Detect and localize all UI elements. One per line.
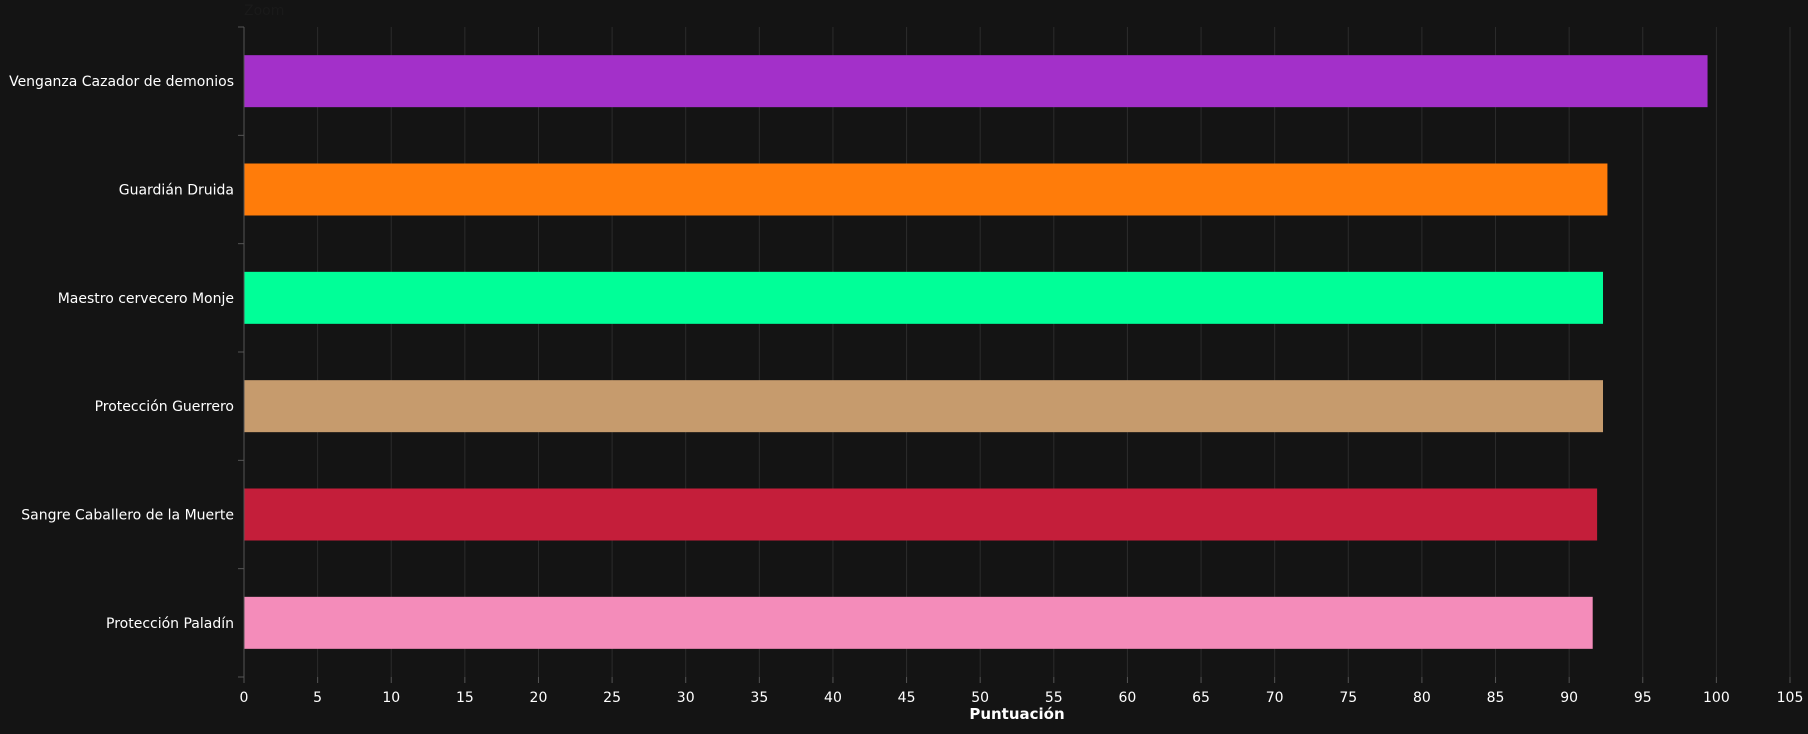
x-tick-label: 5 [313, 690, 322, 706]
x-tick-label: 105 [1777, 690, 1804, 706]
x-tick-label: 60 [1119, 690, 1137, 706]
x-tick-label: 0 [240, 690, 249, 706]
y-category-label: Sangre Caballero de la Muerte [21, 508, 234, 524]
x-tick-label: 55 [1045, 690, 1063, 706]
x-tick-label: 25 [603, 690, 621, 706]
y-category-label: Protección Guerrero [95, 399, 234, 415]
x-tick-label: 10 [382, 690, 400, 706]
y-category-label: Maestro cervecero Monje [58, 291, 234, 307]
bar [244, 380, 1604, 433]
y-category-label: Protección Paladín [106, 616, 234, 632]
zoom-label[interactable]: Zoom [244, 3, 284, 19]
x-tick-label: 35 [750, 690, 768, 706]
x-tick-label: 85 [1487, 690, 1505, 706]
y-category-label: Guardián Druida [119, 183, 234, 199]
x-tick-label: 90 [1560, 690, 1578, 706]
y-category-label: Venganza Cazador de demonios [9, 74, 234, 90]
x-tick-label: 100 [1703, 690, 1730, 706]
bar [244, 163, 1608, 216]
x-tick-label: 50 [971, 690, 989, 706]
x-tick-label: 65 [1192, 690, 1210, 706]
x-axis-title: Puntuación [969, 705, 1064, 723]
bar [244, 596, 1593, 649]
x-tick-label: 95 [1634, 690, 1652, 706]
bar [244, 271, 1604, 324]
x-tick-label: 70 [1266, 690, 1284, 706]
bar [244, 488, 1598, 541]
x-tick-label: 30 [677, 690, 695, 706]
chart-container: Zoom 0 5 10 15 20 25 30 35 40 45 50 55 60 65 70 75 80 85 9… [0, 0, 1808, 734]
x-tick-label: 75 [1339, 690, 1357, 706]
grid-lines [317, 27, 1791, 677]
x-tick-label: 20 [530, 690, 548, 706]
x-tick-label: 45 [898, 690, 916, 706]
x-tick-label: 15 [456, 690, 474, 706]
x-tick-label: 80 [1413, 690, 1431, 706]
bars [244, 55, 1708, 649]
x-tick-label: 40 [824, 690, 842, 706]
bar-chart: Zoom 0 5 10 15 20 25 30 35 40 45 50 55 60 65 70 75 80 85 9… [9, 3, 1804, 723]
bar [244, 55, 1708, 108]
